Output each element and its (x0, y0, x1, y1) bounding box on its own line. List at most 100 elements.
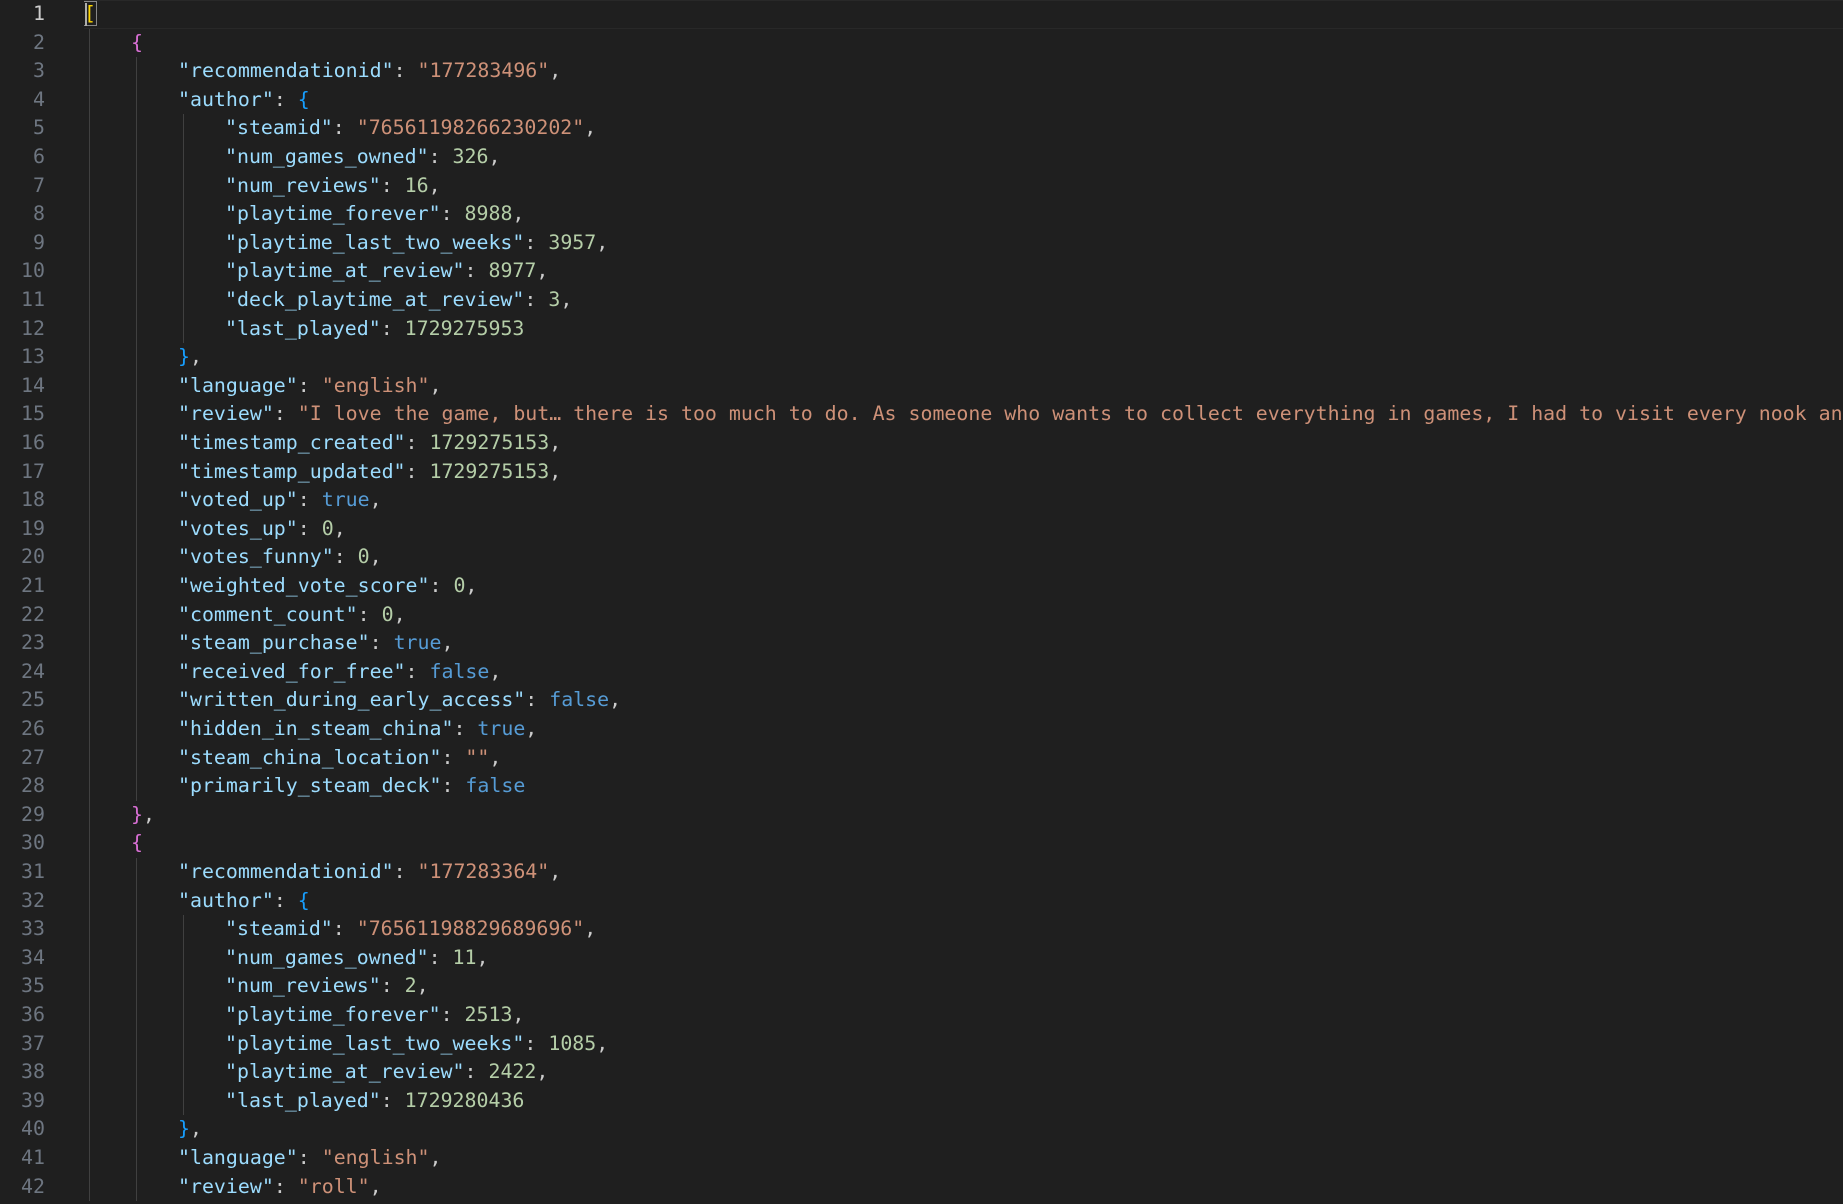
json-punctuation: : (464, 1060, 489, 1084)
code-line[interactable]: { (131, 829, 143, 858)
json-string-value: "I love the game, but… there is too much… (297, 402, 1843, 426)
json-key: "steamid" (225, 917, 333, 941)
json-key: "timestamp_created" (178, 431, 406, 454)
json-number-value: 3 (548, 288, 561, 311)
line-number: 17 (21, 459, 45, 483)
code-line[interactable]: }, (178, 343, 202, 372)
code-line[interactable]: "steam_china_location": "", (178, 744, 501, 773)
code-line[interactable]: "playtime_last_two_weeks": 3957, (225, 229, 608, 258)
json-punctuation: : (441, 745, 466, 769)
json-string-value: "177283364" (417, 860, 550, 883)
code-line[interactable]: "author": { (178, 887, 310, 916)
code-line[interactable]: "primarily_steam_deck": false (178, 772, 525, 801)
code-line[interactable]: "received_for_free": false, (178, 658, 501, 687)
code-line[interactable]: "weighted_vote_score": 0, (178, 572, 477, 601)
code-line[interactable]: "playtime_at_review": 2422, (225, 1058, 548, 1087)
line-number: 15 (21, 402, 45, 426)
code-line[interactable]: }, (178, 1115, 202, 1144)
line-number: 25 (21, 688, 45, 712)
json-punctuation: , (549, 860, 562, 883)
json-key: "playtime_forever" (225, 202, 441, 226)
code-line[interactable]: "language": "english", (178, 1144, 441, 1173)
code-line[interactable]: "review": "roll", (178, 1173, 382, 1202)
json-key: "received_for_free" (178, 659, 406, 683)
indent-guide (136, 57, 137, 801)
json-bracket: { (131, 30, 143, 54)
line-number: 22 (21, 602, 45, 626)
code-line[interactable]: "review": "I love the game, but… there i… (178, 400, 1843, 429)
json-string-value: "english" (321, 373, 430, 397)
code-line[interactable]: "recommendationid": "177283364", (178, 858, 561, 887)
code-line[interactable]: "language": "english", (178, 372, 441, 401)
json-string-value: "" (465, 745, 490, 769)
json-punctuation: : (357, 602, 382, 626)
json-punctuation: , (536, 259, 549, 283)
indent-guide (136, 858, 137, 1202)
code-line[interactable]: "playtime_at_review": 8977, (225, 257, 548, 286)
json-punctuation: : (273, 402, 298, 426)
json-number-value: 11 (452, 945, 477, 969)
code-editor[interactable]: 1 2 3 4 5 6 7 8 9 10 11 12 13 14 15 16 17 18 19 20 21 22 23 24 2… (0, 0, 1843, 1204)
code-line[interactable]: "hidden_in_steam_china": true, (178, 715, 537, 744)
code-line[interactable]: "num_games_owned": 326, (225, 143, 500, 172)
code-line[interactable]: { (131, 29, 143, 58)
code-line[interactable]: "timestamp_created": 1729275153, (178, 429, 561, 458)
code-line[interactable]: "playtime_forever": 8988, (225, 200, 524, 229)
code-line[interactable]: "steamid": "76561198829689696", (225, 915, 596, 944)
code-line[interactable]: "written_during_early_access": false, (178, 686, 621, 715)
code-line[interactable]: "author": { (178, 86, 310, 115)
code-line[interactable]: "deck_playtime_at_review": 3, (225, 286, 572, 315)
line-number: 5 (33, 116, 45, 140)
code-line[interactable]: "recommendationid": "177283496", (178, 57, 561, 86)
json-key: "review" (178, 1174, 274, 1198)
code-line[interactable]: "steamid": "76561198266230202", (225, 114, 596, 143)
line-number: 42 (21, 1174, 45, 1198)
json-key: "num_games_owned" (225, 945, 429, 969)
json-key: "playtime_last_two_weeks" (225, 230, 525, 254)
code-line[interactable]: "votes_funny": 0, (178, 543, 382, 572)
json-punctuation: , (369, 1174, 382, 1198)
json-punctuation: , (142, 802, 155, 826)
line-number: 3 (33, 59, 45, 83)
code-line[interactable]: "num_reviews": 16, (225, 172, 441, 201)
code-line[interactable]: "voted_up": true, (178, 486, 382, 515)
json-punctuation: : (405, 459, 430, 483)
json-punctuation: , (512, 1003, 525, 1026)
json-number-value: 1729280436 (404, 1088, 525, 1112)
code-line[interactable]: "num_reviews": 2, (225, 972, 429, 1001)
json-punctuation: , (609, 688, 622, 712)
line-number-gutter: 1 2 3 4 5 6 7 8 9 10 11 12 13 14 15 16 17 18 19 20 21 22 23 24 2… (0, 0, 84, 1204)
code-line[interactable]: "timestamp_updated": 1729275153, (178, 458, 561, 487)
code-line[interactable]: "last_played": 1729275953 (225, 315, 524, 344)
json-punctuation: , (369, 488, 382, 512)
code-line[interactable]: "playtime_forever": 2513, (225, 1001, 524, 1030)
json-punctuation: : (273, 1174, 298, 1198)
code-line[interactable]: "playtime_last_two_weeks": 1085, (225, 1030, 608, 1059)
json-punctuation: , (549, 431, 562, 454)
json-number-value: 3957 (548, 230, 597, 254)
json-key: "deck_playtime_at_review" (225, 288, 525, 311)
json-key: "votes_funny" (178, 545, 334, 569)
line-number: 34 (21, 945, 45, 969)
json-key: "votes_up" (178, 516, 298, 540)
code-line[interactable]: "comment_count": 0, (178, 601, 406, 630)
json-boolean-value: true (393, 631, 442, 655)
code-line[interactable]: "votes_up": 0, (178, 515, 346, 544)
code-text-area[interactable]: [{"recommendationid": "177283496", "autho… (84, 0, 1843, 1204)
code-line[interactable]: }, (131, 801, 155, 830)
json-key: "recommendationid" (178, 59, 394, 83)
json-key: "num_games_owned" (225, 145, 429, 168)
code-line[interactable]: "last_played": 1729280436 (225, 1087, 524, 1116)
json-bracket: } (131, 802, 143, 826)
json-punctuation: : (332, 917, 357, 941)
line-number: 11 (21, 288, 45, 311)
json-punctuation: : (297, 1146, 322, 1169)
json-key: "last_played" (225, 1088, 381, 1112)
json-punctuation: , (596, 230, 609, 254)
json-punctuation: : (297, 488, 322, 512)
code-line[interactable]: "steam_purchase": true, (178, 629, 453, 658)
json-key: "written_during_early_access" (178, 688, 526, 712)
json-number-value: 326 (452, 145, 489, 168)
code-line[interactable]: "num_games_owned": 11, (225, 944, 488, 973)
json-punctuation: : (525, 688, 550, 712)
